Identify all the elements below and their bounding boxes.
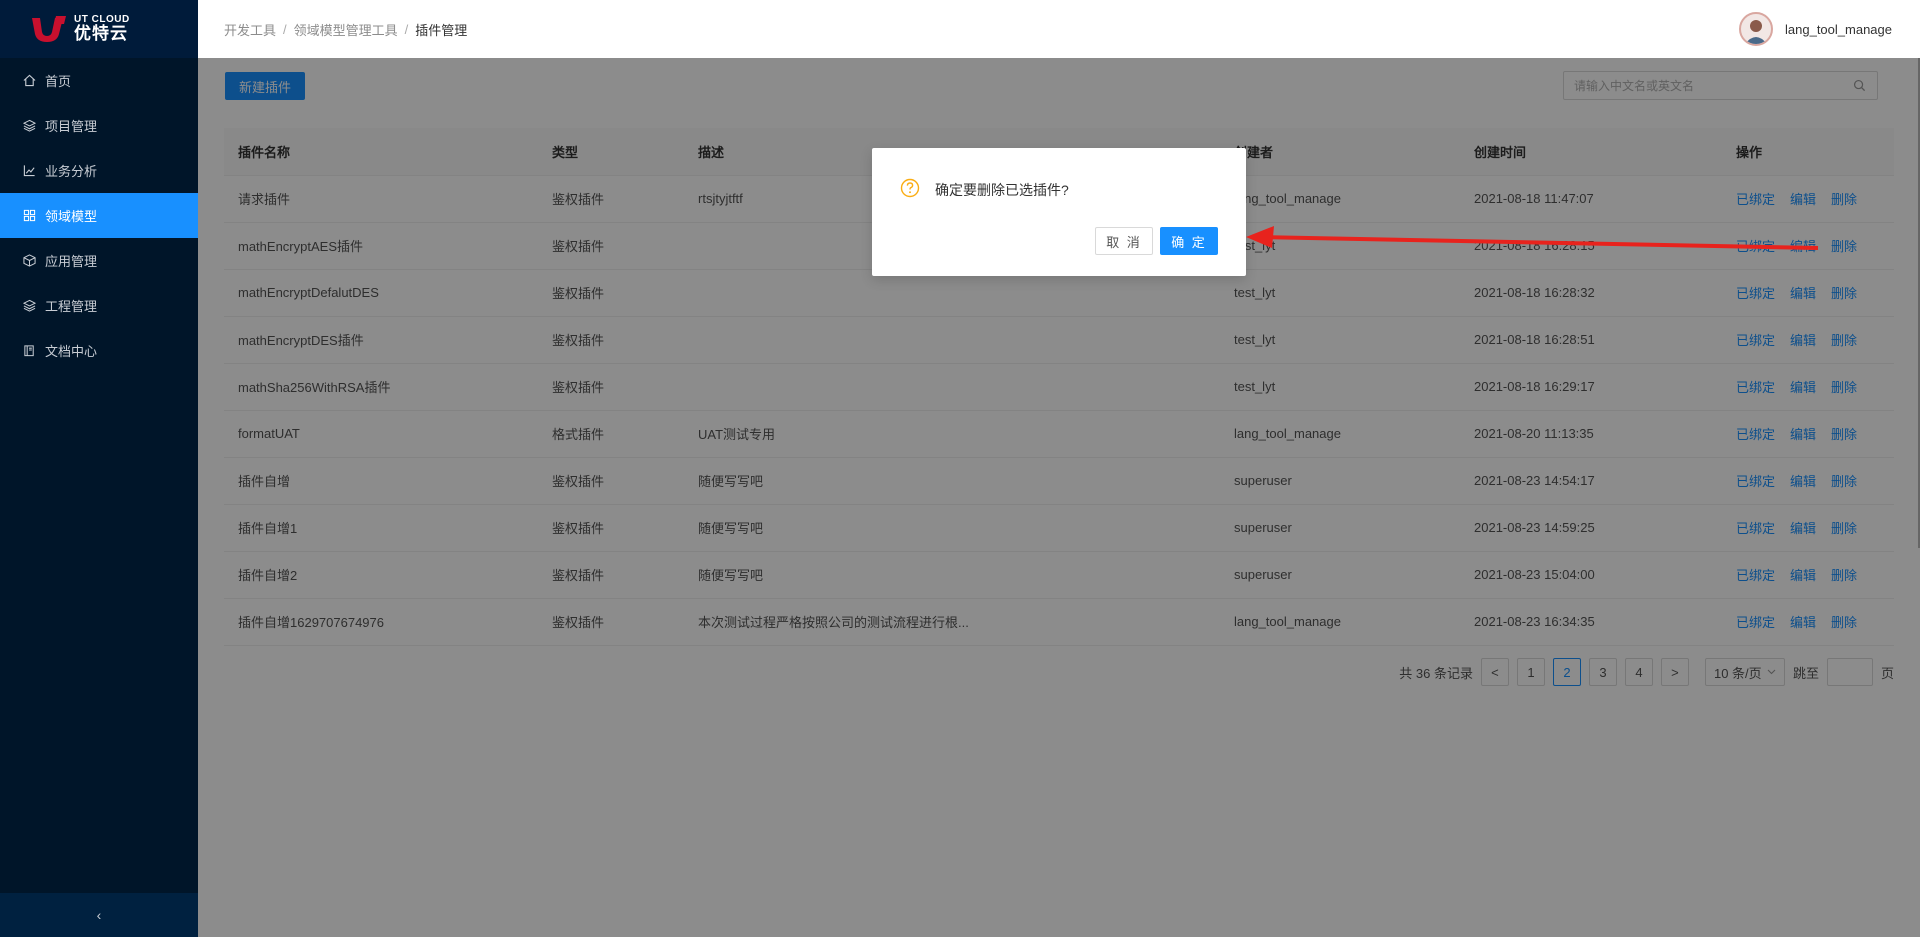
chart-icon bbox=[22, 164, 36, 178]
breadcrumb-item[interactable]: 开发工具 bbox=[224, 20, 276, 39]
sidebar-item-label: 项目管理 bbox=[45, 119, 98, 134]
user-menu[interactable]: lang_tool_manage bbox=[1739, 12, 1892, 46]
cancel-button[interactable]: 取 消 bbox=[1095, 227, 1153, 255]
top-header: 开发工具 / 领域模型管理工具 / 插件管理 lang_tool_manage bbox=[198, 0, 1920, 58]
sidebar-item-label: 首页 bbox=[45, 74, 72, 89]
breadcrumb-separator: / bbox=[283, 21, 287, 37]
sidebar-item-projects[interactable]: 项目管理 bbox=[0, 103, 198, 148]
sidebar: UT CLOUD 优特云 首页 项目管理 业务分析 领域模型 应用管理 工程管理… bbox=[0, 0, 198, 937]
sidebar-item-label: 业务分析 bbox=[45, 164, 98, 179]
brand-logo-icon bbox=[32, 16, 66, 42]
sidebar-item-home[interactable]: 首页 bbox=[0, 58, 198, 103]
layers-icon bbox=[22, 119, 36, 133]
breadcrumb-separator: / bbox=[404, 21, 409, 37]
logo[interactable]: UT CLOUD 优特云 bbox=[0, 0, 198, 58]
confirm-delete-dialog: 确定要删除已选插件? 取 消 确 定 bbox=[872, 148, 1246, 276]
sidebar-item-label: 工程管理 bbox=[45, 299, 98, 314]
grid-icon bbox=[22, 209, 36, 223]
cube-icon bbox=[22, 254, 36, 268]
breadcrumb: 开发工具 / 领域模型管理工具 / 插件管理 bbox=[224, 20, 467, 39]
question-circle-icon bbox=[900, 178, 920, 198]
sidebar-collapse-button[interactable]: ‹ bbox=[0, 893, 198, 937]
layers-icon bbox=[22, 299, 36, 313]
breadcrumb-item[interactable]: 领域模型管理工具 bbox=[294, 20, 398, 39]
username: lang_tool_manage bbox=[1785, 21, 1892, 37]
sidebar-item-engineering[interactable]: 工程管理 bbox=[0, 283, 198, 328]
breadcrumb-current: 插件管理 bbox=[415, 22, 468, 38]
dialog-message: 确定要删除已选插件? bbox=[935, 182, 1069, 198]
book-icon bbox=[22, 344, 36, 358]
sidebar-item-analysis[interactable]: 业务分析 bbox=[0, 148, 198, 193]
home-icon bbox=[22, 74, 36, 88]
brand-cn: 优特云 bbox=[74, 24, 128, 44]
avatar[interactable] bbox=[1739, 12, 1774, 46]
sidebar-item-label: 领域模型 bbox=[45, 209, 98, 224]
confirm-button[interactable]: 确 定 bbox=[1160, 227, 1218, 255]
sidebar-item-domain-model[interactable]: 领域模型 bbox=[0, 193, 198, 238]
sidebar-nav: 首页 项目管理 业务分析 领域模型 应用管理 工程管理 文档中心 bbox=[0, 58, 198, 373]
sidebar-item-docs[interactable]: 文档中心 bbox=[0, 328, 198, 373]
sidebar-item-label: 应用管理 bbox=[45, 254, 98, 269]
sidebar-item-apps[interactable]: 应用管理 bbox=[0, 238, 198, 283]
sidebar-item-label: 文档中心 bbox=[45, 344, 98, 359]
chevron-left-icon: ‹ bbox=[96, 907, 102, 923]
user-avatar-icon bbox=[1745, 20, 1768, 44]
